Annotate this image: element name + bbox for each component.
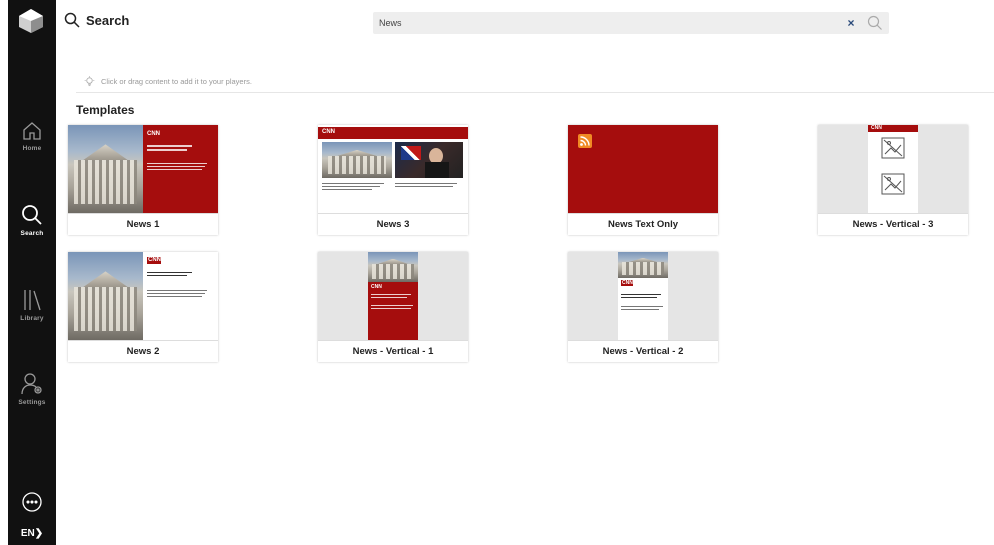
page-title-text: Search	[86, 12, 130, 28]
thumbnail-photo	[322, 142, 392, 178]
thumbnail-line	[322, 186, 380, 188]
thumbnail-line	[371, 294, 411, 295]
thumbnail-line	[147, 290, 207, 291]
thumbnail-line	[147, 293, 205, 294]
thumbnail-line	[395, 186, 453, 188]
template-thumbnail: CNN	[68, 125, 218, 213]
search-icon	[22, 205, 42, 225]
sidebar-item-label: Home	[22, 145, 42, 152]
template-card-news-vertical-2[interactable]: CNN News - Vertical - 2	[568, 252, 718, 362]
thumbnail-line	[147, 169, 202, 170]
chat-icon[interactable]	[21, 491, 43, 513]
template-thumbnail: CNN	[318, 252, 468, 340]
section-title: Templates	[76, 103, 135, 117]
template-card-label: News - Vertical - 3	[818, 213, 968, 235]
library-icon	[24, 290, 41, 311]
thumbnail-line	[371, 308, 411, 309]
sidebar: Home Search Library Settings EN❯	[8, 0, 56, 545]
thumbnail-logo: CNN	[147, 131, 160, 137]
thumbnail-logo: CNN	[622, 280, 633, 286]
page-title: Search	[64, 12, 129, 28]
settings-icon	[21, 373, 42, 395]
broken-image-icon	[881, 137, 905, 159]
thumbnail-line	[621, 294, 661, 295]
template-thumbnail: CNN	[568, 252, 718, 340]
sidebar-item-label: Search	[20, 230, 44, 237]
sidebar-item-settings[interactable]: Settings	[8, 372, 56, 406]
sidebar-item-library[interactable]: Library	[8, 288, 56, 322]
thumbnail-line	[147, 163, 207, 164]
language-label: EN	[20, 528, 35, 539]
thumbnail-logo: CNN	[371, 284, 382, 290]
thumbnail-line	[147, 275, 187, 277]
sidebar-item-search[interactable]: Search	[8, 203, 56, 237]
thumbnail-photo	[618, 252, 668, 278]
thumbnail-line	[621, 306, 663, 307]
template-card-news-vertical-3[interactable]: CNN News - Vertical - 3	[818, 125, 968, 235]
thumbnail-line	[147, 296, 202, 297]
template-card-news-2[interactable]: CNN News 2	[68, 252, 218, 362]
thumbnail-line	[621, 297, 657, 298]
template-card-news-1[interactable]: CNN News 1	[68, 125, 218, 235]
sidebar-item-home[interactable]: Home	[8, 120, 56, 152]
thumbnail-header	[318, 127, 468, 139]
thumbnail-line	[371, 297, 407, 298]
thumbnail-photo	[368, 252, 418, 282]
thumbnail-photo	[68, 252, 143, 340]
template-card-label: News 3	[318, 213, 468, 235]
template-card-news-text-only[interactable]: News Text Only	[568, 125, 718, 235]
sidebar-item-label: Library	[20, 315, 44, 322]
search-submit-icon[interactable]	[867, 15, 883, 31]
thumbnail-logo: CNN	[148, 257, 161, 263]
thumbnail-line	[147, 272, 192, 274]
template-card-label: News Text Only	[568, 213, 718, 235]
template-thumbnail	[568, 125, 718, 213]
thumbnail-panel	[368, 282, 418, 340]
thumbnail-line	[621, 309, 659, 310]
template-card-news-vertical-1[interactable]: CNN News - Vertical - 1	[318, 252, 468, 362]
thumbnail-logo: CNN	[322, 129, 335, 135]
hint-text: Click or drag content to add it to your …	[101, 77, 252, 86]
broken-image-icon	[881, 173, 905, 195]
template-card-label: News 2	[68, 340, 218, 362]
search-bar: ×	[373, 12, 889, 34]
template-card-label: News - Vertical - 2	[568, 340, 718, 362]
template-thumbnail: CNN	[68, 252, 218, 340]
hint-bar: Click or drag content to add it to your …	[76, 71, 994, 93]
language-switcher[interactable]: EN❯	[8, 528, 56, 539]
sidebar-item-label: Settings	[18, 399, 46, 406]
clear-icon[interactable]: ×	[845, 16, 857, 30]
thumbnail-line	[395, 183, 457, 185]
thumbnail-line	[147, 145, 192, 147]
template-card-news-3[interactable]: CNN News 3	[318, 125, 468, 235]
app-logo-icon[interactable]	[18, 8, 44, 34]
template-thumbnail: CNN	[318, 125, 468, 213]
template-card-label: News 1	[68, 213, 218, 235]
template-thumbnail: CNN	[818, 125, 968, 213]
home-icon	[23, 122, 41, 140]
thumbnail-photo	[68, 125, 143, 213]
search-input[interactable]	[379, 15, 819, 31]
template-card-label: News - Vertical - 1	[318, 340, 468, 362]
thumbnail-photo	[395, 142, 463, 178]
thumbnail-line	[147, 166, 205, 167]
search-icon	[64, 12, 80, 28]
thumbnail-line	[371, 305, 413, 306]
chevron-right-icon: ❯	[34, 528, 44, 539]
thumbnail-logo: CNN	[871, 125, 882, 131]
thumbnail-line	[147, 149, 187, 151]
rss-icon	[578, 134, 592, 148]
thumbnail-line	[322, 183, 384, 185]
lightbulb-icon	[84, 76, 95, 87]
thumbnail-line	[322, 189, 372, 191]
